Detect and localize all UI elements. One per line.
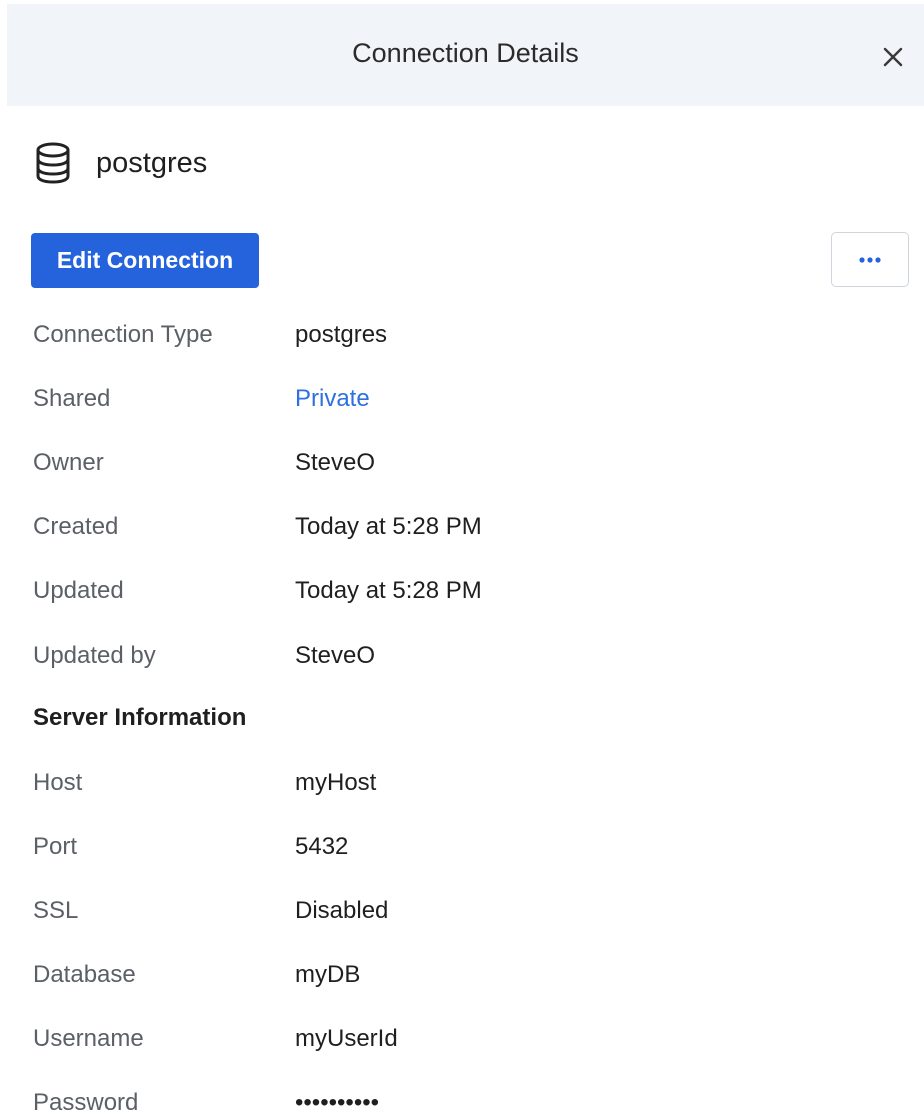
- detail-value: 5432: [295, 833, 349, 860]
- detail-label: Host: [33, 769, 83, 796]
- detail-label: Updated: [33, 577, 124, 604]
- detail-value: postgres: [295, 321, 388, 348]
- more-actions-button[interactable]: [831, 232, 909, 287]
- connection-name: postgres: [96, 146, 208, 179]
- detail-value: Today at 5:28 PM: [295, 577, 482, 604]
- detail-label: Shared: [33, 385, 111, 412]
- detail-label: Connection Type: [33, 321, 213, 348]
- edit-connection-button[interactable]: Edit Connection: [31, 233, 259, 288]
- detail-label: Username: [33, 1025, 144, 1052]
- detail-label: Port: [33, 833, 78, 860]
- detail-label: Password: [33, 1089, 139, 1114]
- detail-label: Created: [33, 513, 119, 540]
- detail-value: SteveO: [295, 642, 376, 669]
- detail-value: myHost: [295, 769, 377, 796]
- panel-header: Connection Details: [7, 4, 924, 106]
- detail-label: Owner: [33, 449, 104, 476]
- detail-label: Database: [33, 961, 136, 988]
- shared-privacy-link[interactable]: Private: [295, 385, 370, 413]
- database-icon: [36, 142, 70, 184]
- detail-value: Disabled: [295, 897, 389, 924]
- detail-label: Updated by: [33, 642, 156, 669]
- detail-value: Today at 5:28 PM: [295, 513, 482, 540]
- detail-value: SteveO: [295, 449, 376, 476]
- server-information-heading: Server Information: [33, 704, 247, 731]
- ellipsis-icon: [859, 256, 881, 263]
- password-masked-value: ••••••••••: [295, 1089, 380, 1114]
- detail-label: SSL: [33, 897, 79, 924]
- panel-title: Connection Details: [352, 38, 579, 68]
- close-icon: [883, 47, 903, 67]
- detail-value: myUserId: [295, 1025, 398, 1052]
- connection-title-row: postgres: [34, 140, 207, 186]
- connection-details-panel: Connection Details postgres Edit Connect…: [0, 0, 924, 1114]
- detail-value: myDB: [295, 961, 361, 988]
- close-button[interactable]: [876, 40, 910, 74]
